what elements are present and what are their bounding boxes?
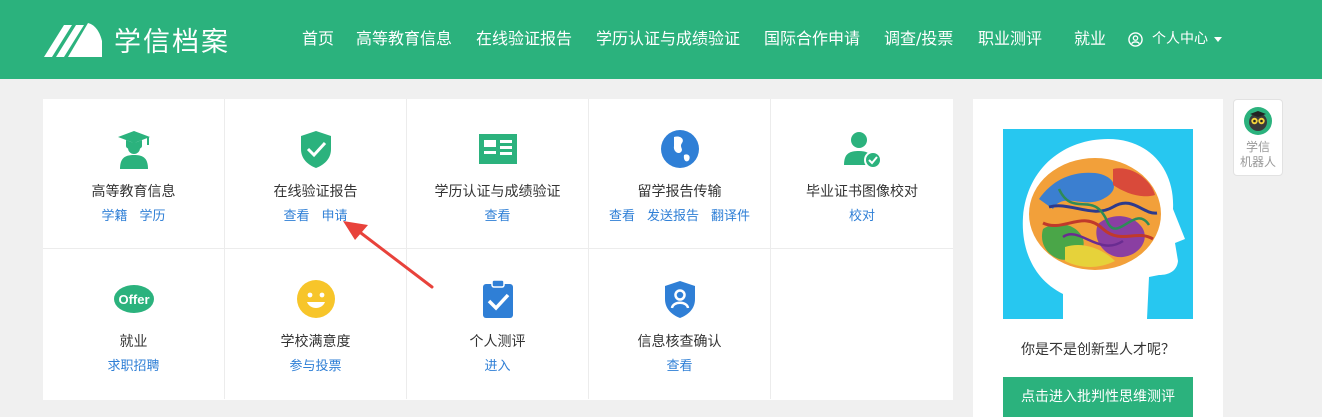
nav-online-verification[interactable]: 在线验证报告 [476, 29, 572, 49]
robot-label: 学信 机器人 [1234, 140, 1282, 170]
link-translation[interactable]: 翻译件 [711, 209, 750, 224]
nav-home[interactable]: 首页 [302, 29, 334, 49]
robot-label-line1: 学信 [1245, 140, 1270, 154]
service-links: 查看 发送报告 翻译件 [589, 208, 770, 226]
service-links: 参与投票 [225, 358, 406, 376]
link-view-report[interactable]: 查看 [283, 209, 309, 224]
service-info-verification: 信息核查确认 查看 [589, 249, 771, 399]
offer-badge-text: Offer [118, 292, 149, 307]
service-links: 学籍 学历 [43, 208, 224, 226]
robot-label-line2: 机器人 [1239, 155, 1276, 169]
head-brain-icon [1003, 129, 1193, 319]
service-title: 毕业证书图像校对 [806, 184, 918, 200]
shield-check-icon [300, 131, 331, 168]
nav-career-test[interactable]: 职业测评 [978, 29, 1042, 49]
red-arrow-annotation [343, 221, 434, 289]
id-card-icon [478, 134, 517, 164]
service-employment: Offer 就业 求职招聘 [43, 249, 225, 399]
link-student-status[interactable]: 学籍 [101, 209, 127, 224]
graduate-icon [117, 131, 150, 169]
service-study-abroad-report: 留学报告传输 查看 发送报告 翻译件 [589, 99, 771, 249]
promo-question: 你是不是创新型人才呢？ [1021, 342, 1175, 358]
service-diploma-image-check: 毕业证书图像校对 校对 [771, 99, 953, 249]
globe-icon [660, 130, 699, 168]
services-panel: 高等教育信息 学籍 学历 在线验证报告 查看 申请 学历认证与成绩验证 查看 留… [43, 99, 953, 400]
service-title: 信息核查确认 [637, 334, 722, 350]
main-nav: 首页 高等教育信息 在线验证报告 学历认证与成绩验证 国际合作申请 调查/投票 … [0, 0, 1322, 79]
user-check-icon [844, 132, 882, 169]
service-empty-slot [771, 249, 953, 399]
service-title: 学校满意度 [280, 334, 351, 350]
service-title: 学历认证与成绩验证 [434, 184, 561, 200]
link-proofread[interactable]: 校对 [849, 209, 875, 224]
nav-survey[interactable]: 调查/投票 [884, 29, 953, 49]
offer-badge-icon: Offer [113, 285, 154, 313]
top-header: 学信档案 首页 高等教育信息 在线验证报告 学历认证与成绩验证 国际合作申请 调… [0, 0, 1322, 79]
smiley-icon [296, 280, 335, 318]
service-title: 高等教育信息 [91, 184, 176, 200]
link-view-abroad[interactable]: 查看 [609, 209, 635, 224]
user-circle-icon [1128, 31, 1143, 47]
link-degree[interactable]: 学历 [140, 209, 166, 224]
nav-degree-certification[interactable]: 学历认证与成绩验证 [596, 29, 740, 49]
clipboard-check-icon [482, 279, 513, 318]
personal-center-menu[interactable]: 个人中心 [1128, 29, 1222, 49]
service-title: 留学报告传输 [637, 184, 722, 200]
service-links: 查看 [589, 358, 770, 376]
brain-illustration [1003, 129, 1193, 319]
nav-higher-education[interactable]: 高等教育信息 [356, 29, 452, 49]
nav-employment[interactable]: 就业 [1074, 29, 1106, 49]
critical-thinking-promo: 你是不是创新型人才呢？ 点击进入批判性思维测评 [973, 99, 1223, 417]
shield-user-icon [664, 281, 695, 318]
link-send-report[interactable]: 发送报告 [647, 209, 699, 224]
xuexin-robot-button[interactable]: 学信 机器人 [1233, 99, 1283, 176]
link-view-verification[interactable]: 查看 [666, 359, 692, 374]
robot-avatar-icon [1244, 107, 1272, 135]
personal-center-label: 个人中心 [1152, 31, 1208, 47]
start-critical-thinking-button[interactable]: 点击进入批判性思维测评 [1003, 377, 1193, 417]
service-title: 就业 [119, 334, 148, 350]
link-view-certification[interactable]: 查看 [484, 209, 510, 224]
link-job-search[interactable]: 求职招聘 [107, 359, 159, 374]
service-title: 在线验证报告 [273, 184, 358, 200]
service-higher-education: 高等教育信息 学籍 学历 [43, 99, 225, 249]
service-links: 求职招聘 [43, 358, 224, 376]
service-links: 进入 [407, 358, 588, 376]
link-vote[interactable]: 参与投票 [289, 359, 341, 374]
service-links: 校对 [771, 208, 953, 226]
service-title: 个人测评 [469, 334, 526, 350]
chevron-down-icon [1214, 36, 1222, 42]
nav-international[interactable]: 国际合作申请 [764, 29, 860, 49]
link-enter-assessment[interactable]: 进入 [484, 359, 510, 374]
